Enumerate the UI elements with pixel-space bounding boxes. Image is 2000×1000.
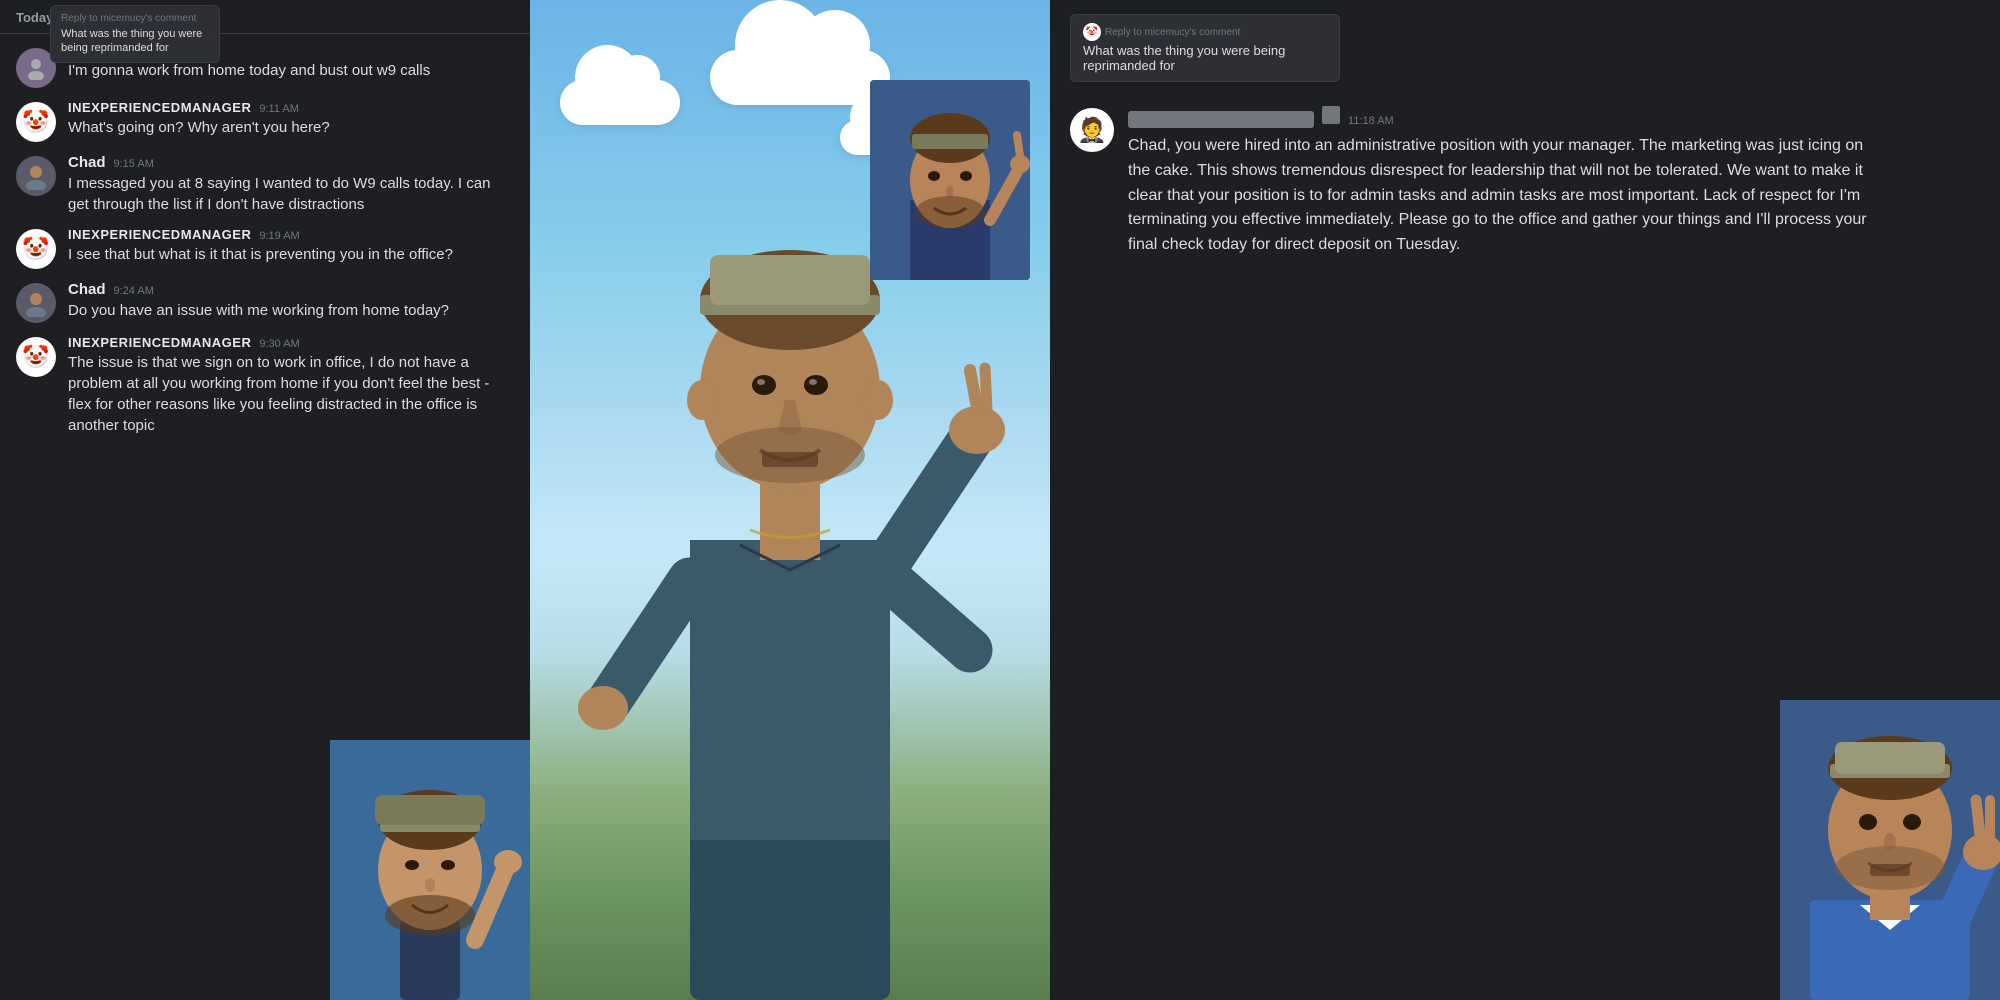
term-content: ████████████████ 11:18 AM Chad, you were… [1128,106,1980,258]
face-svg-left [330,740,530,1000]
message-header-2: Chad 9:15 AM [68,154,514,171]
message-content-2: Chad 9:15 AM I messaged you at 8 saying … [68,154,514,215]
manager-avatar: 🤵 [1070,108,1114,152]
message-content-5: INEXPERIENCEDMANAGER 9:30 AM The issue i… [68,335,514,436]
username-1: INEXPERIENCEDMANAGER [68,100,251,115]
message-text-5: The issue is that we sign on to work in … [68,352,514,436]
avatar-inexperienced-3: 🤡 [16,337,56,377]
username-3: INEXPERIENCEDMANAGER [68,335,251,350]
avatar-inexperienced-2: 🤡 [16,229,56,269]
term-username-redacted: ████████████████ [1128,111,1314,128]
timestamp-5: 9:30 AM [259,338,299,350]
chat-container-left: 8:14 AM I'm gonna work from home today a… [0,34,530,452]
message-content-1: INEXPERIENCEDMANAGER 9:11 AM What's goin… [68,100,514,142]
message-group-2: Chad 9:15 AM I messaged you at 8 saying … [0,150,530,219]
message-group-3: 🤡 INEXPERIENCEDMANAGER 9:19 AM I see tha… [0,223,530,273]
message-group-1: 🤡 INEXPERIENCEDMANAGER 9:11 AM What's go… [0,96,530,146]
term-timestamp: 11:18 AM [1348,115,1394,127]
term-header: ████████████████ 11:18 AM [1128,106,1980,128]
video-face-left [330,740,530,1000]
video-overlay-right [1780,700,2000,1000]
message-header-3: INEXPERIENCEDMANAGER 9:19 AM [68,227,514,242]
reply-author-label: Reply to micemucy's comment [61,12,209,25]
reply-avatar-right: 🤡 [1083,23,1101,41]
avatar-chad-2 [16,283,56,323]
reply-popup-left: Reply to micemucy's comment What was the… [50,5,220,63]
sky-background [530,0,1050,1000]
face-svg-center [870,80,1030,280]
message-header-4: Chad 9:24 AM [68,281,514,298]
message-group-4: Chad 9:24 AM Do you have an issue with m… [0,277,530,327]
timestamp-2: 9:15 AM [114,158,154,170]
term-text: Chad, you were hired into an administrat… [1128,134,1878,258]
avatar-inexperienced-1: 🤡 [16,102,56,142]
timestamp-1: 9:11 AM [259,103,299,115]
termination-message: 🤵 ████████████████ 11:18 AM Chad, you we… [1050,94,2000,270]
message-text-4: Do you have an issue with me working fro… [68,300,514,321]
username-2: INEXPERIENCEDMANAGER [68,227,251,242]
reply-popup-right: 🤡 Reply to micemucy's comment What was t… [1070,14,1340,82]
face-svg-right [1780,700,2000,1000]
reply-popup-right-text: What was the thing you were being reprim… [1083,43,1327,73]
center-panel [530,0,1050,1000]
timestamp-4: 9:24 AM [114,285,154,297]
video-overlay-center [870,80,1030,280]
avatar-chad-1 [16,156,56,196]
message-text-2: I messaged you at 8 saying I wanted to d… [68,173,514,215]
video-overlay-left [330,740,530,1000]
message-header-1: INEXPERIENCEDMANAGER 9:11 AM [68,100,514,115]
message-group-5: 🤡 INEXPERIENCEDMANAGER 9:30 AM The issue… [0,331,530,440]
message-text-1: What's going on? Why aren't you here? [68,117,514,138]
username-chad-2: Chad [68,281,106,298]
message-content-3: INEXPERIENCEDMANAGER 9:19 AM I see that … [68,227,514,269]
right-chat-panel: 🤡 Reply to micemucy's comment What was t… [1050,0,2000,1000]
reply-popup-right-author: 🤡 Reply to micemucy's comment [1083,23,1327,41]
term-flag-icon [1322,106,1340,124]
message-content-4: Chad 9:24 AM Do you have an issue with m… [68,281,514,323]
message-header-5: INEXPERIENCEDMANAGER 9:30 AM [68,335,514,350]
first-message-text: I'm gonna work from home today and bust … [68,60,430,81]
reply-popup-text: What was the thing you were being reprim… [61,27,209,56]
message-text-3: I see that but what is it that is preven… [68,244,514,265]
username-chad-1: Chad [68,154,106,171]
timestamp-3: 9:19 AM [259,230,299,242]
left-chat-panel: Reply to micemucy's comment What was the… [0,0,530,1000]
